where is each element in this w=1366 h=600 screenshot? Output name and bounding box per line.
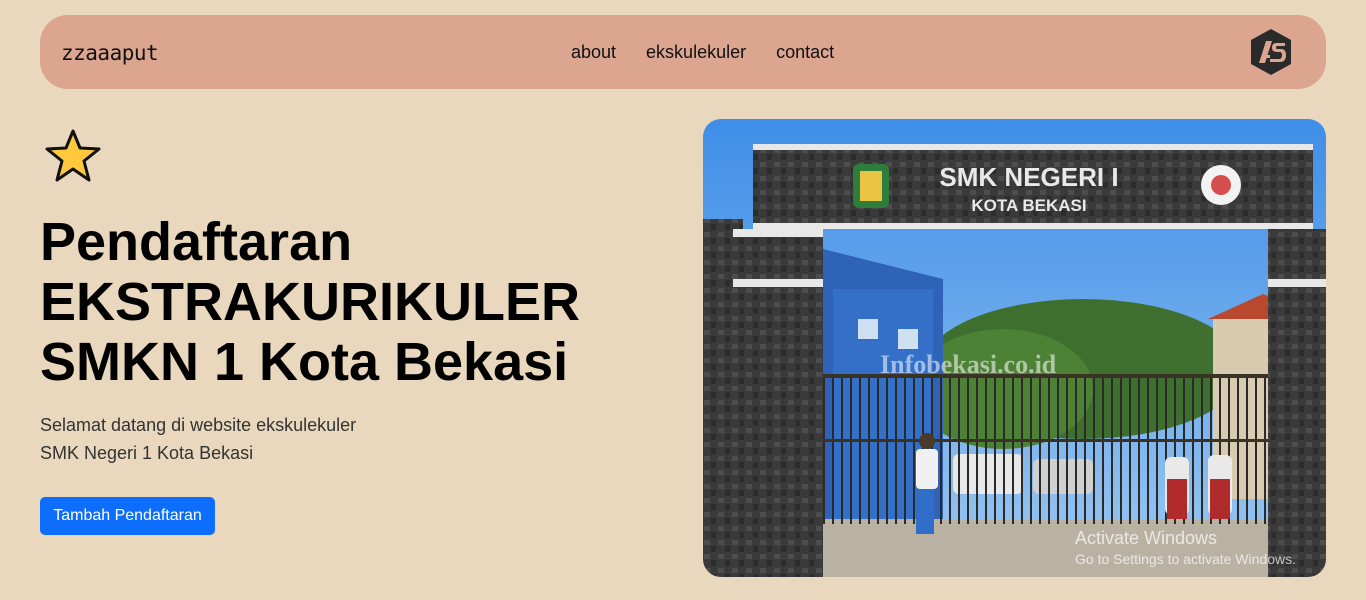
- nav-links: about ekskulekuler contact: [571, 42, 834, 63]
- gate-sign-line-1: SMK NEGERI I: [939, 162, 1118, 192]
- navbar: zzaaaput about ekskulekuler contact: [40, 15, 1326, 89]
- nav-link-contact[interactable]: contact: [776, 42, 834, 63]
- activate-windows-subtitle: Go to Settings to activate Windows.: [1075, 551, 1296, 567]
- headline-line-3: SMKN 1 Kota Bekasi: [40, 332, 569, 392]
- headline-line-2: EKSTRAKURIKULER: [40, 272, 580, 332]
- nav-link-about[interactable]: about: [571, 42, 616, 63]
- activate-windows-title: Activate Windows: [1075, 528, 1218, 548]
- hero-headline: Pendaftaran EKSTRAKURIKULER SMKN 1 Kota …: [40, 212, 580, 392]
- subtext-line-1: Selamat datang di website ekskulekuler: [40, 415, 357, 435]
- tambah-pendaftaran-button[interactable]: Tambah Pendaftaran: [40, 497, 215, 535]
- star-icon: [44, 128, 102, 184]
- gate-sign-line-2: KOTA BEKASI: [971, 196, 1086, 215]
- brand-name[interactable]: zzaaaput: [61, 41, 159, 65]
- headline-line-1: Pendaftaran: [40, 212, 353, 272]
- nav-link-ekskulekuler[interactable]: ekskulekuler: [646, 42, 746, 63]
- as-monogram-logo-icon[interactable]: [1248, 27, 1294, 77]
- subtext-line-2: SMK Negeri 1 Kota Bekasi: [40, 443, 254, 463]
- school-gate-photo: SMK NEGERI I KOTA BEKASI: [703, 119, 1326, 577]
- activate-windows-notice: Activate Windows Go to Settings to activ…: [1075, 528, 1296, 567]
- hero-subtext: Selamat datang di website ekskulekuler S…: [40, 411, 356, 467]
